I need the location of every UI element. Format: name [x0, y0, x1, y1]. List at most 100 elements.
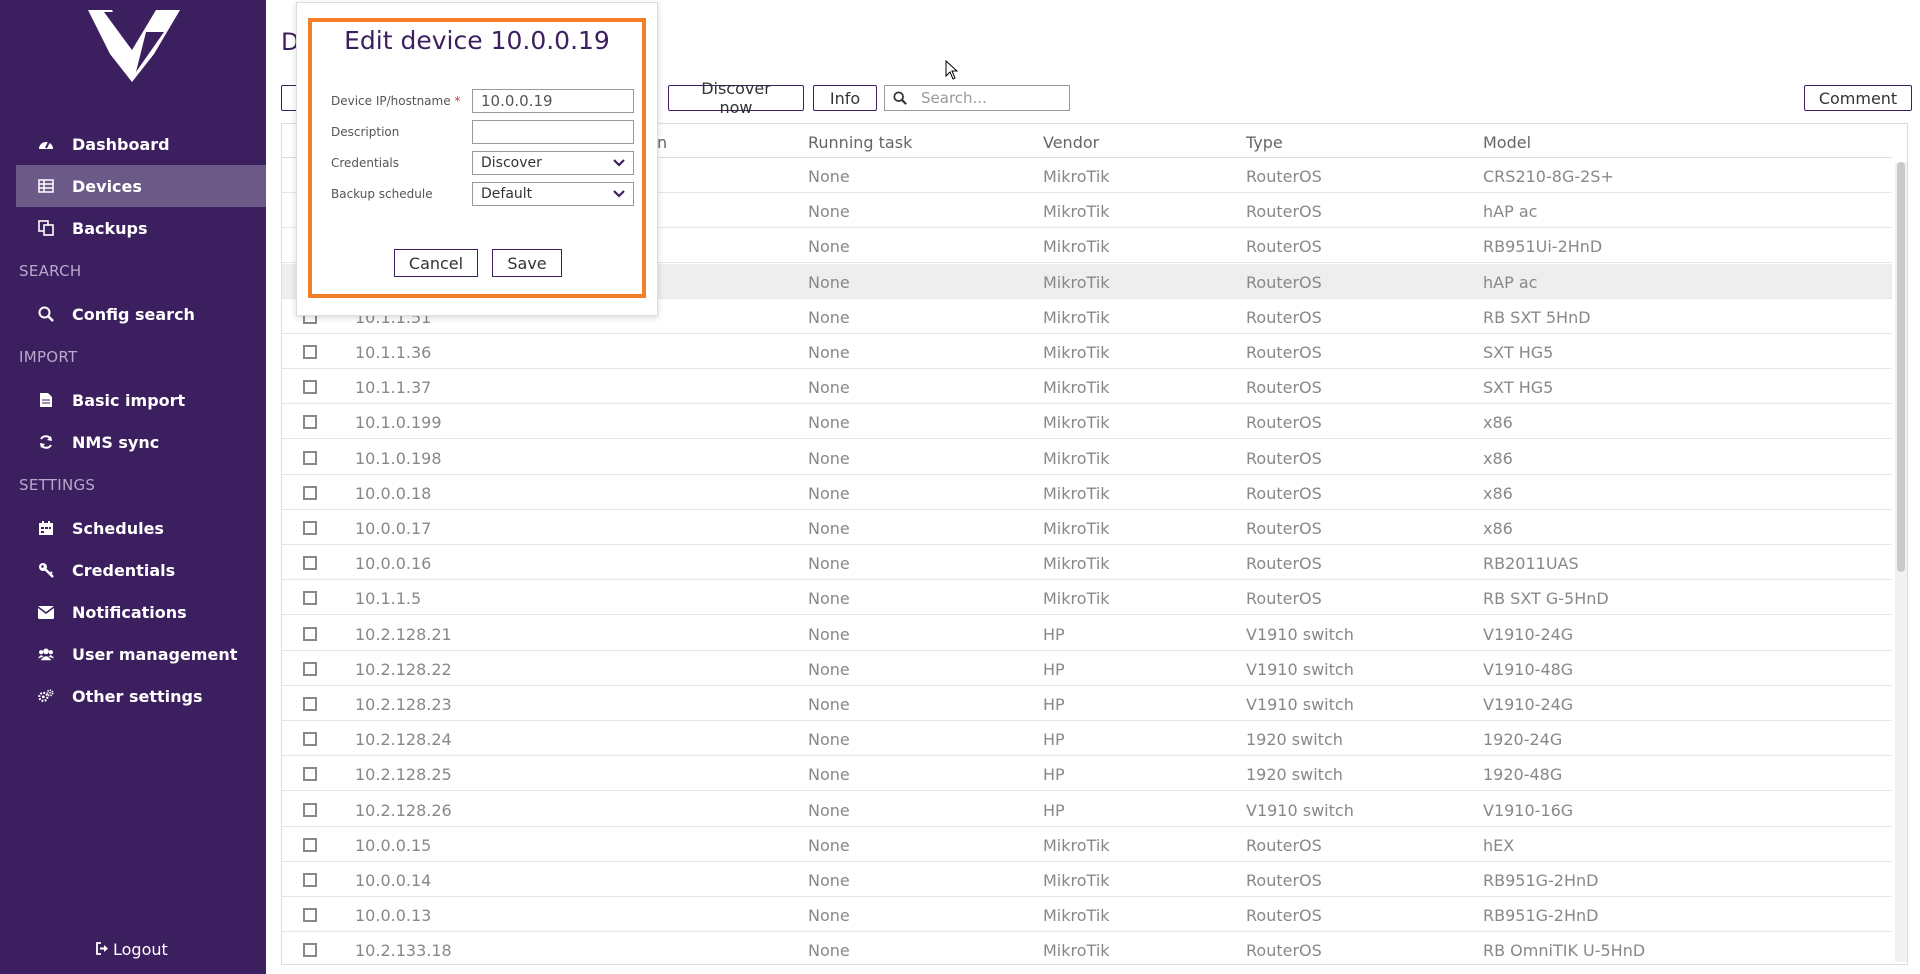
cell-type: 1920 switch [1246, 730, 1343, 750]
cell-vendor: MikroTik [1043, 589, 1110, 609]
cell-model: V1910-48G [1483, 659, 1574, 679]
row-checkbox[interactable] [303, 591, 317, 606]
table-row[interactable]: 10.0.0.13 None MikroTik RouterOS RB951G-2HnD [282, 897, 1892, 933]
table-scrollbar[interactable] [1895, 162, 1907, 962]
row-checkbox[interactable] [303, 661, 317, 676]
row-checkbox[interactable] [303, 908, 317, 923]
row-checkbox[interactable] [303, 837, 317, 852]
row-checkbox[interactable] [303, 345, 317, 359]
comment-button[interactable]: Comment [1804, 85, 1912, 111]
sidebar-item-basic-import[interactable]: Basic import [0, 379, 266, 421]
col-header-running-task[interactable]: Running task [808, 133, 912, 152]
table-row[interactable]: 10.2.128.21 None HP V1910 switch V1910-24G [282, 616, 1892, 651]
table-row[interactable]: 10.0.0.17 None MikroTik RouterOS x86 [282, 510, 1892, 545]
cell-model: RB951G-2HnD [1483, 906, 1599, 926]
col-header-model[interactable]: Model [1483, 133, 1531, 152]
cell-type: RouterOS [1246, 272, 1322, 292]
save-button[interactable]: Save [492, 249, 562, 277]
cell-ip: 10.0.0.16 [355, 554, 432, 574]
discover-now-button[interactable]: Discover now [668, 79, 804, 117]
sidebar-item-user-management[interactable]: User management [0, 633, 266, 675]
table-row[interactable]: 10.1.0.199 None MikroTik RouterOS x86 [282, 404, 1892, 440]
sidebar-item-credentials[interactable]: Credentials [0, 549, 266, 591]
col-header-vendor[interactable]: Vendor [1043, 133, 1099, 152]
table-row[interactable]: 10.2.128.26 None HP V1910 switch V1910-16G [282, 792, 1892, 827]
row-checkbox[interactable] [303, 415, 317, 430]
logout-label: Logout [113, 940, 168, 959]
cell-vendor: MikroTik [1043, 307, 1110, 327]
cell-model: RB OmniTIK U-5HnD [1483, 941, 1646, 961]
cell-vendor: HP [1043, 730, 1065, 750]
table-row[interactable]: 10.2.133.18 None MikroTik RouterOS RB OmniTI… [282, 932, 1892, 964]
sidebar-item-other-settings[interactable]: Other settings [0, 675, 266, 717]
row-checkbox[interactable] [303, 767, 317, 782]
cell-model: hAP ac [1483, 272, 1538, 292]
table-row[interactable]: 10.1.1.5 None MikroTik RouterOS RB SXT G-5Hn… [282, 580, 1892, 616]
row-checkbox[interactable] [303, 450, 317, 465]
sidebar: Dashboard Devices Backups SEARCH Config … [0, 0, 266, 974]
table-row[interactable]: 10.2.128.25 None HP 1920 switch 1920-48G [282, 756, 1892, 792]
cell-model: x86 [1483, 413, 1513, 433]
table-row[interactable]: 10.0.0.14 None MikroTik RouterOS RB951G-2HnD [282, 862, 1892, 897]
cell-vendor: HP [1043, 659, 1065, 679]
cell-vendor: MikroTik [1043, 202, 1110, 222]
row-checkbox[interactable] [303, 626, 317, 641]
col-header-type[interactable]: Type [1246, 133, 1283, 152]
table-row[interactable]: 10.1.0.198 None MikroTik RouterOS x86 [282, 440, 1892, 475]
table-row[interactable]: 10.0.0.18 None MikroTik RouterOS x86 [282, 475, 1892, 510]
credentials-label: Credentials [331, 156, 400, 170]
row-checkbox[interactable] [303, 732, 317, 747]
scrollbar-thumb[interactable] [1897, 162, 1905, 572]
sidebar-item-notifications[interactable]: Notifications [0, 591, 266, 633]
cell-model: x86 [1483, 448, 1513, 468]
table-row[interactable]: 10.2.128.23 None HP V1910 switch V1910-24G [282, 686, 1892, 721]
cell-ip: 10.2.128.23 [355, 695, 452, 714]
cell-ip: 10.1.0.199 [355, 413, 442, 433]
sidebar-item-devices[interactable]: Devices [16, 165, 266, 207]
sidebar-item-config-search[interactable]: Config search [0, 293, 266, 335]
description-input[interactable] [472, 120, 634, 144]
sidebar-item-dashboard[interactable]: Dashboard [0, 123, 266, 165]
info-button[interactable]: Info [813, 85, 877, 111]
row-checkbox[interactable] [303, 697, 317, 711]
cell-ip: 10.2.128.21 [355, 624, 452, 644]
table-row[interactable]: 10.0.0.16 None MikroTik RouterOS RB2011UAS [282, 545, 1892, 581]
cell-ip: 10.0.0.14 [355, 871, 432, 890]
cell-type: V1910 switch [1246, 624, 1354, 644]
backup-schedule-select[interactable]: Default [472, 182, 634, 206]
sidebar-item-label: Config search [72, 304, 195, 324]
table-row[interactable]: 10.2.128.24 None HP 1920 switch 1920-24G [282, 721, 1892, 757]
cell-running-task: None [808, 624, 850, 644]
sidebar-item-backups[interactable]: Backups [0, 207, 266, 249]
logout-link[interactable]: Logout [95, 940, 168, 959]
row-checkbox[interactable] [303, 943, 317, 958]
sidebar-item-label: Credentials [72, 560, 176, 580]
credentials-select[interactable]: Discover [472, 151, 634, 175]
file-icon [38, 392, 54, 408]
row-checkbox[interactable] [303, 380, 317, 395]
mouse-cursor-icon [945, 60, 959, 80]
cell-model: V1910-24G [1483, 624, 1574, 644]
cancel-button[interactable]: Cancel [394, 249, 478, 277]
search-input[interactable]: Search... [884, 85, 1070, 111]
cell-type: RouterOS [1246, 871, 1322, 890]
row-checkbox[interactable] [303, 802, 317, 817]
row-checkbox[interactable] [303, 521, 317, 535]
cell-type: RouterOS [1246, 554, 1322, 574]
table-row[interactable]: 10.1.1.36 None MikroTik RouterOS SXT HG5 [282, 334, 1892, 369]
row-checkbox[interactable] [303, 485, 317, 500]
ip-hostname-input[interactable]: 10.0.0.19 [472, 89, 634, 113]
logo [88, 10, 180, 82]
table-row[interactable]: 10.0.0.15 None MikroTik RouterOS hEX [282, 827, 1892, 862]
sidebar-item-label: Basic import [72, 390, 186, 410]
row-checkbox[interactable] [303, 556, 317, 571]
key-icon [38, 562, 54, 578]
envelope-icon [38, 604, 54, 620]
row-checkbox[interactable] [303, 873, 317, 887]
table-row[interactable]: 10.1.1.37 None MikroTik RouterOS SXT HG5 [282, 369, 1892, 405]
sidebar-item-nms-sync[interactable]: NMS sync [0, 421, 266, 463]
col-header-description[interactable]: n [657, 133, 667, 152]
sidebar-item-schedules[interactable]: Schedules [0, 507, 266, 549]
cell-model: 1920-24G [1483, 730, 1563, 750]
table-row[interactable]: 10.2.128.22 None HP V1910 switch V1910-48G [282, 651, 1892, 686]
